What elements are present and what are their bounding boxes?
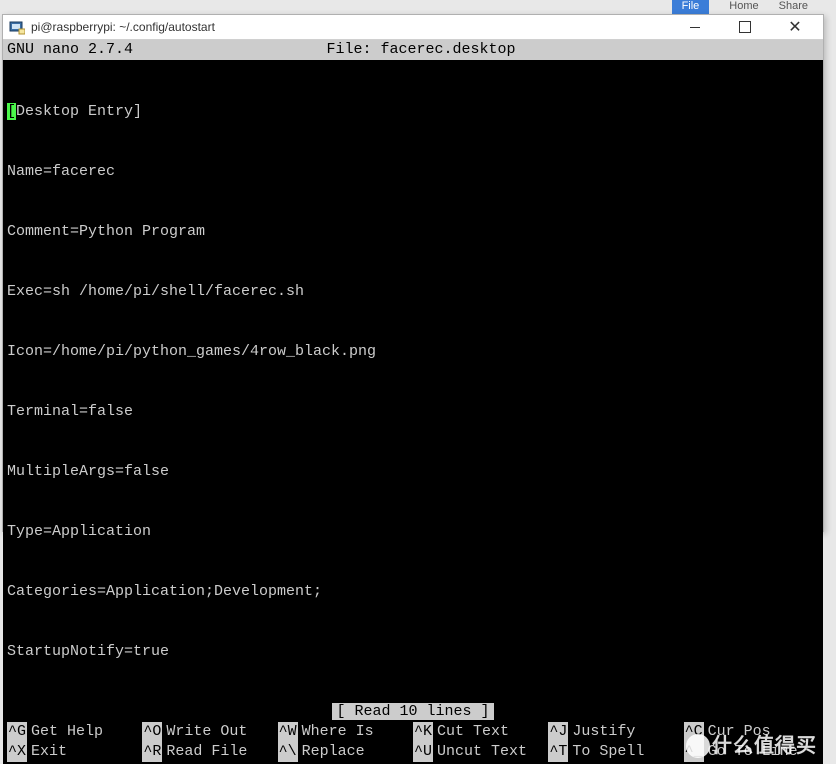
shortcut-cur-pos: ^CCur Pos	[684, 722, 819, 742]
file-line: StartupNotify=true	[7, 642, 819, 662]
window-controls: ✕	[677, 15, 813, 39]
titlebar[interactable]: pi@raspberrypi: ~/.config/autostart ✕	[3, 15, 823, 40]
bg-tab-home: Home	[729, 0, 758, 14]
nano-status: [ Read 10 lines ]	[332, 703, 493, 720]
bg-tab-file: File	[672, 0, 710, 14]
file-line: Exec=sh /home/pi/shell/facerec.sh	[7, 282, 819, 302]
editor-body[interactable]: [Desktop Entry] Name=facerec Comment=Pyt…	[3, 60, 823, 702]
shortcut-read-file: ^RRead File	[142, 742, 277, 762]
file-line: [Desktop Entry]	[7, 102, 819, 122]
shortcut-get-help: ^GGet Help	[7, 722, 142, 742]
bg-tab-share: Share	[779, 0, 808, 14]
shortcut-uncut-text: ^UUncut Text	[413, 742, 548, 762]
nano-header: GNU nano 2.7.4 File: facerec.desktop	[3, 40, 823, 60]
window-title: pi@raspberrypi: ~/.config/autostart	[31, 20, 677, 34]
background-ribbon: File Home Share	[672, 0, 836, 14]
file-line: Icon=/home/pi/python_games/4row_black.pn…	[7, 342, 819, 362]
putty-icon	[9, 19, 25, 35]
terminal[interactable]: GNU nano 2.7.4 File: facerec.desktop [De…	[3, 40, 823, 764]
shortcut-replace: ^\Replace	[278, 742, 413, 762]
shortcut-write-out: ^OWrite Out	[142, 722, 277, 742]
nano-file-label: File: facerec.desktop	[133, 40, 819, 60]
file-line: MultipleArgs=false	[7, 462, 819, 482]
file-line-rest: Desktop Entry]	[16, 103, 142, 120]
file-line: Comment=Python Program	[7, 222, 819, 242]
shortcut-cut-text: ^KCut Text	[413, 722, 548, 742]
file-line: Terminal=false	[7, 402, 819, 422]
close-button[interactable]: ✕	[777, 15, 813, 39]
cursor: [	[7, 103, 16, 120]
nano-shortcuts-row1: ^GGet Help ^OWrite Out ^WWhere Is ^KCut …	[3, 722, 823, 742]
shortcut-go-to-line: ^_Go To Line	[684, 742, 819, 762]
nano-status-line: [ Read 10 lines ]	[3, 702, 823, 722]
maximize-button[interactable]	[727, 15, 763, 39]
shortcut-to-spell: ^TTo Spell	[548, 742, 683, 762]
file-line: Type=Application	[7, 522, 819, 542]
nano-version: GNU nano 2.7.4	[7, 40, 133, 60]
file-line: Categories=Application;Development;	[7, 582, 819, 602]
shortcut-justify: ^JJustify	[548, 722, 683, 742]
shortcut-where-is: ^WWhere Is	[278, 722, 413, 742]
nano-shortcuts-row2: ^XExit ^RRead File ^\Replace ^UUncut Tex…	[3, 742, 823, 762]
shortcut-exit: ^XExit	[7, 742, 142, 762]
file-line: Name=facerec	[7, 162, 819, 182]
minimize-button[interactable]	[677, 15, 713, 39]
putty-window: pi@raspberrypi: ~/.config/autostart ✕ GN…	[2, 14, 824, 532]
